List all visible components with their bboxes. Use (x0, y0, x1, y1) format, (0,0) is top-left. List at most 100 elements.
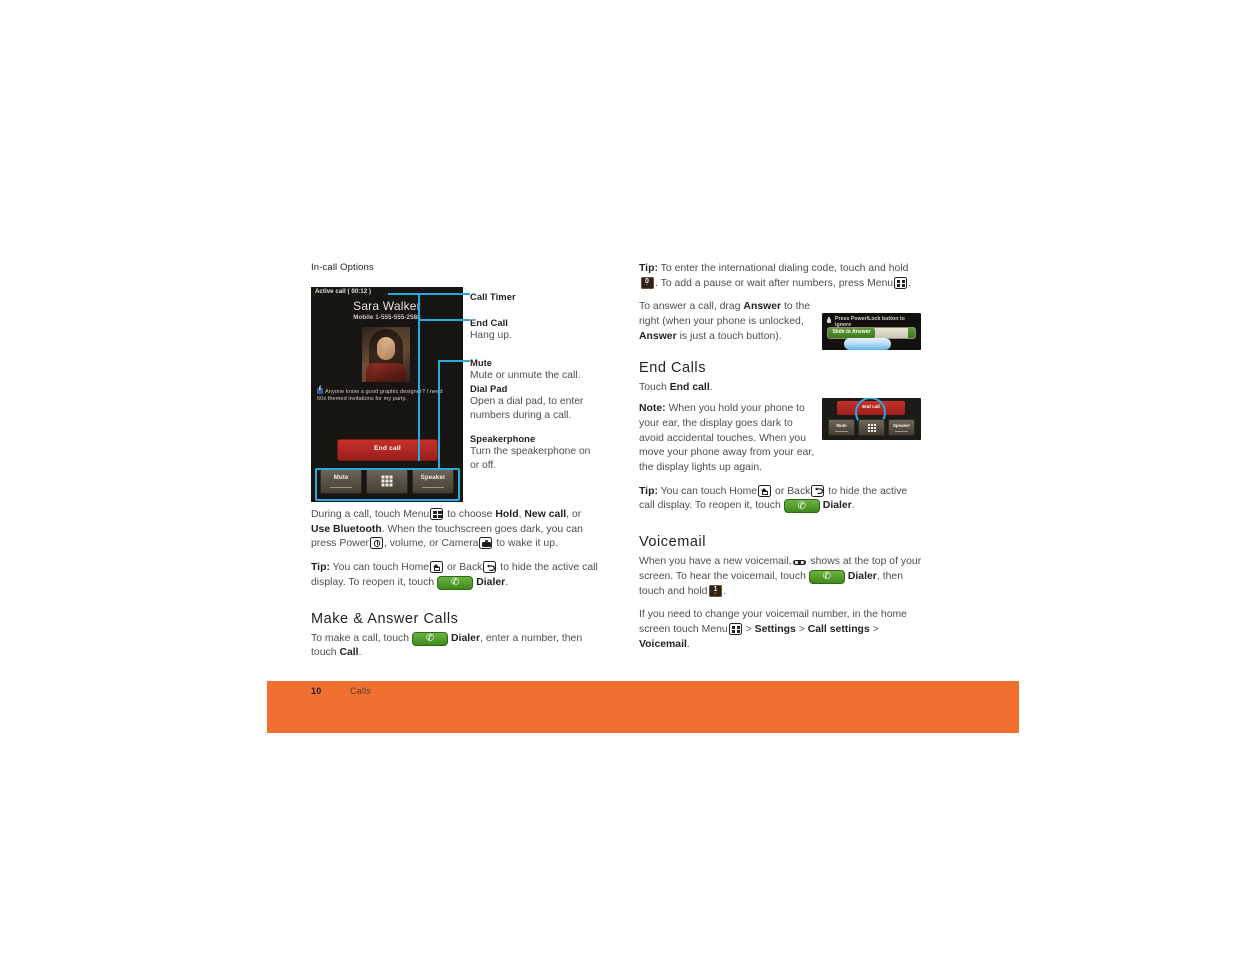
leader-mute (438, 360, 470, 362)
footer-band: 10 Calls (267, 681, 1019, 733)
contact-avatar (362, 327, 410, 382)
dialer-icon (808, 569, 845, 585)
drag-gesture-indicator (844, 338, 891, 350)
social-status-text: Anyone know a good graphic designer? I n… (317, 389, 443, 403)
footer-section-label: Calls (350, 686, 372, 696)
paragraph-tip-hide-call-right: Tip: You can touch Home or Back to hide … (639, 484, 923, 515)
call-controls-row: Mute Speaker (828, 419, 915, 436)
back-icon (483, 561, 497, 574)
during-call-text-4: , volume, or Camera (383, 538, 479, 550)
callout-title-speakerphone: Speakerphone (470, 433, 536, 445)
paragraph-touch-end-call: Touch End call. (639, 381, 819, 396)
speaker-button[interactable]: Speaker (888, 419, 915, 436)
gt-2: > (795, 623, 808, 635)
leader-mute-vertical (438, 360, 440, 470)
voicemail-period: . (723, 585, 727, 597)
tip-text-1: You can touch Home (329, 562, 430, 574)
dial-pad-icon (381, 475, 393, 487)
heading-make-answer-calls: Make & Answer Calls (311, 610, 459, 627)
mute-label: Mute (836, 423, 847, 428)
note-label: Note: (639, 403, 666, 415)
answer-term-2: Answer (639, 330, 677, 342)
figure-callouts: Call Timer End Call Hang up. Mute Mute o… (470, 290, 600, 473)
back-icon (811, 484, 825, 497)
paragraph-voicemail-new: When you have a new voicemail, shows at … (639, 555, 923, 599)
mute-label: Mute (333, 474, 349, 481)
tip-label: Tip: (311, 562, 330, 574)
callout-desc-dial-pad: Open a dial pad, to enter numbers during… (470, 396, 584, 421)
callout-title-dial-pad: Dial Pad (470, 383, 508, 395)
gt-3: > (869, 623, 879, 635)
new-call-term: New call (524, 509, 567, 520)
call-controls-row: Mute Speaker (320, 468, 454, 494)
touch-period: . (709, 381, 713, 393)
speaker-button[interactable]: Speaker (412, 468, 454, 494)
hold-term: Hold (495, 509, 519, 520)
key-1-icon: 1 ∞ (708, 584, 722, 597)
home-icon (430, 561, 444, 574)
mute-underline (835, 431, 848, 432)
dial-pad-button[interactable] (858, 419, 885, 436)
tip-period: . (505, 576, 509, 588)
paragraph-note-proximity: Note: When you hold your phone to your e… (639, 402, 819, 476)
dial-pad-icon (867, 423, 876, 432)
speaker-underline (421, 486, 445, 488)
call-term: Call (339, 647, 359, 659)
dialer-term: Dialer (822, 500, 852, 512)
answer-slider-fill[interactable]: Slide to Answer (828, 328, 875, 338)
comma-2: , or (566, 509, 582, 520)
tip-text-2: or Back (444, 562, 483, 574)
callout-title-mute: Mute (470, 356, 493, 368)
answer-text-1: To answer a call, drag (639, 301, 744, 313)
end-call-label: End call (374, 445, 401, 452)
camera-icon (479, 537, 493, 550)
dialer-icon (412, 631, 449, 647)
page-title: In-call Options (311, 262, 374, 273)
leader-end-call (418, 319, 470, 321)
heading-end-calls: End Calls (639, 359, 707, 376)
dialer-icon (783, 499, 820, 515)
facebook-icon (317, 386, 323, 394)
during-call-text-2: to choose (444, 509, 496, 520)
tip-intl-text-3: . (908, 277, 912, 289)
call-status-text: Active call ( 00:12 ) (315, 289, 372, 295)
social-status-update: Anyone know a good graphic designer? I n… (317, 386, 449, 404)
tip-intl-text-2: . To add a pause or wait after numbers, … (655, 277, 894, 289)
answer-text-3: is just a touch button). (676, 330, 782, 342)
paragraph-during-call: During a call, touch Menu to choose Hold… (311, 508, 603, 552)
paragraph-make-call: To make a call, touchDialer, enter a num… (311, 631, 603, 661)
answer-term-1: Answer (743, 301, 782, 313)
callout-title-end-call: End Call (470, 317, 508, 328)
left-column-body: During a call, touch Menu to choose Hold… (311, 508, 603, 670)
key-0-icon: 0 + (640, 276, 654, 289)
manual-page: In-call Options Active call ( 00:12 ) Sa… (0, 0, 1235, 954)
tip-label: Tip: (639, 263, 658, 274)
end-call-button[interactable]: End call (337, 439, 438, 461)
paragraph-tip-international: Tip: To enter the international dialing … (639, 262, 923, 291)
call-settings-term: Call settings (807, 623, 870, 635)
change-period: . (686, 638, 690, 650)
mute-button[interactable]: Mute (320, 468, 362, 494)
callout-title-call-timer: Call Timer (470, 291, 516, 302)
dialer-icon (437, 575, 474, 591)
answer-slider-label: Slide to Answer (832, 328, 871, 335)
paragraph-tip-hide-call: Tip: You can touch Home or Back to hide … (311, 561, 603, 591)
settings-term: Settings (754, 623, 796, 635)
left-column: In-call Options (311, 262, 603, 273)
power-icon (369, 537, 383, 550)
slide-to-answer-figure: Press Power/Lock button to ignore Slide … (822, 313, 921, 350)
dial-pad-button[interactable] (366, 468, 408, 494)
speaker-label: Speaker (892, 423, 911, 428)
tip-text-2: or Back (772, 485, 811, 497)
mute-button[interactable]: Mute (828, 419, 855, 436)
make-call-period: . (358, 647, 362, 659)
voicemail-term: Voicemail (639, 638, 687, 650)
gt-1: > (742, 623, 755, 635)
mute-underline (329, 486, 353, 488)
make-call-text-1: To make a call, touch (311, 632, 410, 644)
use-bluetooth-term: Use Bluetooth (311, 523, 382, 535)
voicemail-icon (793, 558, 806, 566)
paragraph-voicemail-change: If you need to change your voicemail num… (639, 608, 923, 652)
paragraph-answer-call: To answer a call, drag Answer to the rig… (639, 300, 819, 344)
menu-icon (728, 622, 742, 635)
